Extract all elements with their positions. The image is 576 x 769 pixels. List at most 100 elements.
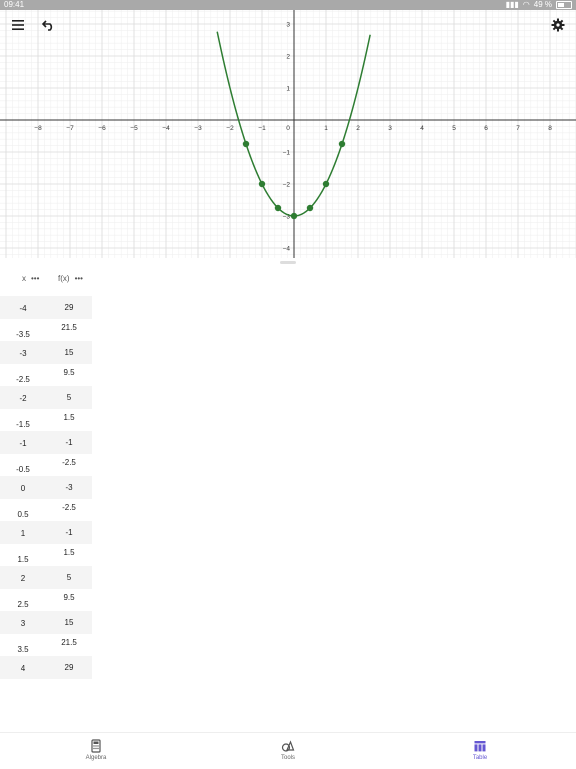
table-row[interactable]: 1.5 1.5: [0, 544, 92, 567]
cell-x[interactable]: 1.5: [0, 544, 46, 567]
y-tick-label: 1: [286, 86, 290, 93]
x-tick-label: −7: [66, 125, 74, 132]
table-point[interactable]: [242, 140, 250, 148]
x-tick-label: −2: [226, 125, 234, 132]
table-row[interactable]: -4 29: [0, 296, 92, 319]
cell-x[interactable]: -3: [0, 341, 46, 364]
cell-fx: 21.5: [61, 322, 77, 332]
cell-x[interactable]: 0: [0, 476, 46, 499]
table-row[interactable]: 25: [0, 566, 92, 589]
table-row[interactable]: -1 -1: [0, 431, 92, 454]
x-tick-label: 0: [286, 125, 290, 132]
x-tick-label: 3: [388, 125, 392, 132]
table-point[interactable]: [258, 180, 266, 188]
cell-fx: -1: [65, 528, 73, 537]
cell-fx: 29: [64, 663, 74, 672]
wifi-icon: ◠: [522, 0, 530, 9]
table-point[interactable]: [274, 204, 282, 212]
cell-fx: 15: [64, 618, 74, 627]
table-row[interactable]: 2.5 9.5: [0, 589, 92, 612]
tools-icon: [281, 740, 295, 752]
y-tick-label: 2: [286, 54, 290, 61]
x-tick-label: 2: [356, 125, 360, 132]
table-point[interactable]: [290, 212, 298, 220]
table-row[interactable]: -3.5 21.5: [0, 319, 92, 342]
table-point[interactable]: [322, 180, 330, 188]
menu-button[interactable]: [7, 14, 29, 36]
table-row[interactable]: 1 -1: [0, 521, 92, 544]
graphics-view[interactable]: −8 −7 −6 −5 −4 −3 −2 −1 0 1 2 3 4 5 6 7 8 3 2 1 −1 −2 −3 −4: [0, 10, 576, 258]
cell-fx: -2.5: [62, 502, 76, 512]
table-row[interactable]: -3 15: [0, 341, 92, 364]
table-point[interactable]: [338, 140, 346, 148]
column-header-fx-label: f(x): [58, 274, 70, 283]
nav-algebra[interactable]: Algebra: [66, 739, 126, 761]
table-row[interactable]: -2.5 9.5: [0, 364, 92, 387]
cell-fx: 9.5: [63, 592, 75, 602]
nav-table[interactable]: Table: [450, 739, 510, 761]
nav-tools-label: Tools: [280, 755, 295, 761]
cell-fx: 9.5: [63, 367, 75, 377]
cell-x[interactable]: -0.5: [0, 454, 46, 477]
y-tick-label: 3: [286, 22, 290, 29]
cell-x[interactable]: -1.5: [0, 409, 46, 432]
menu-icon: [12, 20, 24, 30]
cell-x[interactable]: 4: [0, 656, 46, 679]
table-row[interactable]: 3.5 21.5: [0, 634, 92, 657]
more-icon[interactable]: •••: [75, 274, 83, 283]
more-icon[interactable]: •••: [31, 274, 39, 283]
cell-fx: 15: [64, 348, 74, 357]
table-row[interactable]: 0 -3: [0, 476, 92, 499]
table-row[interactable]: -1.5 1.5: [0, 409, 92, 432]
value-table: -4 29 -3.5 21.5 -3 15 -2.5 9.5 -2 5 -1.5 1.5 -1 -1 -0.…: [0, 296, 92, 679]
column-header-fx[interactable]: f(x) •••: [58, 274, 83, 283]
status-time: 09:41: [4, 0, 25, 9]
cell-fx: 5: [66, 393, 72, 402]
battery-label: 49 %: [533, 0, 552, 9]
cell-x[interactable]: -2.5: [0, 364, 46, 387]
cell-fx: 5: [66, 573, 72, 582]
table-icon: [474, 741, 486, 752]
cell-x[interactable]: -1: [0, 431, 46, 454]
graph-canvas[interactable]: −8 −7 −6 −5 −4 −3 −2 −1 0 1 2 3 4 5 6 7 8321−1−2−3−4: [0, 10, 576, 258]
table-row[interactable]: -0.5 -2.5: [0, 454, 92, 477]
x-tick-label: 4: [420, 125, 424, 132]
resize-handle[interactable]: [280, 261, 296, 264]
bottom-navigation: Algebra Tools Table: [0, 732, 576, 769]
cell-x[interactable]: 1: [0, 521, 46, 544]
cell-x[interactable]: 2.5: [0, 589, 46, 612]
table-point[interactable]: [306, 204, 314, 212]
cell-x[interactable]: -3.5: [0, 319, 46, 342]
table-row[interactable]: 0.5 -2.5: [0, 499, 92, 522]
table-row[interactable]: 4 29: [0, 656, 92, 679]
cell-fx: 29: [64, 303, 74, 312]
column-header-x-label: x: [22, 274, 26, 283]
x-tick-label: 1: [324, 125, 328, 132]
x-tick-label: 7: [516, 125, 520, 132]
status-bar: 09:41 ▮▮▮ ◠ 49 %: [0, 0, 576, 10]
cell-fx: -1: [65, 438, 73, 447]
table-row[interactable]: 3 15: [0, 611, 92, 634]
calculator-icon: [91, 739, 101, 753]
cell-x[interactable]: 3: [0, 611, 46, 634]
cell-x[interactable]: 3.5: [0, 634, 46, 657]
cell-x[interactable]: 0.5: [0, 499, 46, 522]
x-tick-label: −8: [34, 125, 42, 132]
undo-icon: [42, 20, 53, 31]
x-tick-label: −5: [130, 125, 138, 132]
x-tick-label: 8: [548, 125, 552, 132]
signal-icon: ▮▮▮: [505, 0, 519, 9]
column-header-x[interactable]: x •••: [22, 274, 39, 283]
cell-x[interactable]: -2: [0, 386, 46, 409]
nav-tools[interactable]: Tools: [258, 739, 318, 761]
x-tick-label: −4: [162, 125, 170, 132]
cell-fx: 1.5: [63, 412, 75, 422]
cell-x[interactable]: -4: [0, 296, 46, 319]
undo-button[interactable]: [38, 14, 60, 36]
settings-button[interactable]: [547, 14, 569, 36]
nav-algebra-label: Algebra: [85, 755, 107, 761]
cell-fx: 1.5: [63, 547, 75, 557]
battery-icon: [556, 1, 572, 9]
table-row[interactable]: -2 5: [0, 386, 92, 409]
cell-x[interactable]: 2: [0, 566, 46, 589]
